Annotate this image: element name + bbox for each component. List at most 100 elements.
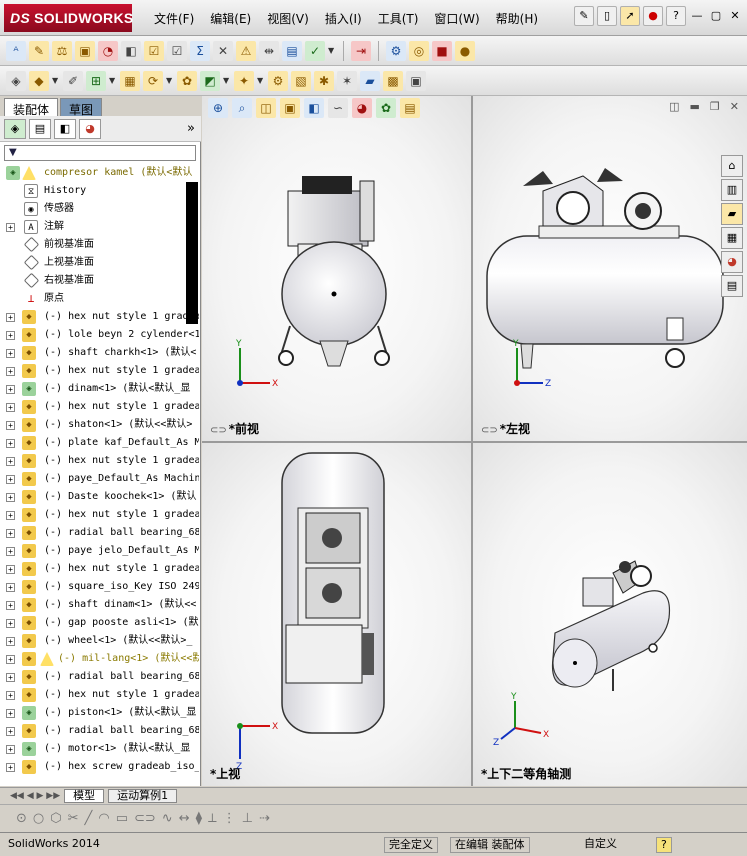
status-units[interactable]: 自定义 xyxy=(580,837,621,853)
tree-item[interactable]: + ◆ (-) hex nut style 1 gradea xyxy=(0,308,199,326)
tree-item[interactable]: + ◆ (-) wheel<1> (默认<<默认>_ xyxy=(0,632,199,650)
tree-item[interactable]: + ◆ (-) lole beyn 2 cylender<1 xyxy=(0,326,199,344)
tree-item[interactable]: + ◆ (-) paye jelo_Default_As M xyxy=(0,542,199,560)
tree-item[interactable]: + ◆ (-) radial ball bearing_68 xyxy=(0,524,199,542)
tree-item[interactable]: ◉ 传感器 xyxy=(0,200,199,218)
chevron-down-icon[interactable]: ▼ xyxy=(223,76,231,85)
tree-item[interactable]: + ◆ (-) hex nut style 1 gradea xyxy=(0,560,199,578)
spline-icon[interactable]: ∿ xyxy=(162,811,173,826)
warning-icon[interactable]: ⚠ xyxy=(236,40,256,61)
tree-item[interactable]: + ◆ (-) hex nut style 1 gradea xyxy=(0,452,199,470)
design-checker-icon[interactable]: ⚙ xyxy=(386,40,406,61)
tab-sketch[interactable]: 草图 xyxy=(60,98,103,117)
slot-icon[interactable]: ⊂⊃ xyxy=(134,811,156,826)
feature-stats-icon[interactable]: ▤ xyxy=(282,40,302,61)
instant3d-icon[interactable]: ▧ xyxy=(291,70,311,91)
tree-item[interactable]: + ◆ (-) radial ball bearing_68 xyxy=(0,668,199,686)
balance-icon[interactable]: ⚖ xyxy=(52,40,72,61)
viewport-front[interactable]: ⊕ ⌕ ◫ ▣ ◧ ∽ ◕ ✿ ▤ Y X ⊂⊃ *前视 xyxy=(202,96,471,441)
traffic-light-icon[interactable]: ● xyxy=(643,6,663,26)
tree-item[interactable]: + ◆ (-) hex nut style 1 gradea xyxy=(0,686,199,704)
polygon-icon[interactable]: ⬡ xyxy=(50,811,61,826)
expand-icon[interactable]: + xyxy=(6,313,15,322)
tab-scroll-icon[interactable]: ◀◀ ◀ ▶ ▶▶ xyxy=(10,791,60,801)
status-help-icon[interactable]: ? xyxy=(656,837,672,853)
expand-icon[interactable]: + xyxy=(6,619,15,628)
pin-icon[interactable]: ✎ xyxy=(574,6,594,26)
relation-icon[interactable]: ⊥ xyxy=(242,811,253,826)
rectangle-icon[interactable]: ▭ xyxy=(116,811,128,826)
close-icon[interactable]: ✕ xyxy=(727,8,743,24)
minimize-icon[interactable]: — xyxy=(689,8,705,24)
feature-tree-icon[interactable]: ◈ xyxy=(4,118,26,139)
new-part-icon[interactable]: ◆ xyxy=(29,70,49,91)
spelling-icon[interactable]: ᴬ xyxy=(6,40,26,61)
interference-icon[interactable]: ✕ xyxy=(213,40,233,61)
circle-icon[interactable]: ○ xyxy=(33,811,44,826)
pattern-icon[interactable]: ▦ xyxy=(120,70,140,91)
edit-component-icon[interactable]: ✎ xyxy=(29,40,49,61)
tree-item[interactable]: + ◆ (-) shaton<1> (默认<<默认> xyxy=(0,416,199,434)
expand-icon[interactable]: + xyxy=(6,493,15,502)
tree-item[interactable]: + ◈ (-) motor<1> (默认<默认_显 xyxy=(0,740,199,758)
expand-icon[interactable]: + xyxy=(6,439,15,448)
expand-icon[interactable]: + xyxy=(6,511,15,520)
pattern-icon[interactable]: ⋮ xyxy=(223,811,236,826)
speed-gauge-icon[interactable]: ◔ xyxy=(98,40,118,61)
tree-item[interactable]: 前视基准面 xyxy=(0,236,199,254)
expand-icon[interactable]: + xyxy=(6,727,15,736)
solidworks-logo[interactable]: DS SOLIDWORKS xyxy=(4,4,133,32)
reference-geometry-icon[interactable]: ✦ xyxy=(234,70,254,91)
mirror-icon[interactable]: ⧫ xyxy=(196,811,202,826)
viewport-isometric[interactable]: Y X Z *上下二等角轴测 xyxy=(473,443,747,786)
offset-icon[interactable]: ⟂ xyxy=(208,811,217,826)
appearance-icon[interactable]: ◕ xyxy=(721,251,743,273)
display-manager-icon[interactable]: ◕ xyxy=(79,118,101,139)
tree-item[interactable]: + ◆ (-) hex nut style 1 gradea xyxy=(0,398,199,416)
viewport-left[interactable]: ◫ ▬ ❐ ✕ Y Z ⊂⊃ *左视 xyxy=(473,96,747,441)
expand-icon[interactable]: + xyxy=(6,763,15,772)
tree-item[interactable]: + ◆ (-) shaft dinam<1> (默认<< xyxy=(0,596,199,614)
tree-item[interactable]: + ◆ (-) plate kaf_Default_As M xyxy=(0,434,199,452)
expand-icon[interactable]: + xyxy=(6,403,15,412)
tree-item[interactable]: + ◆ (-) hex nut style 1 gradea xyxy=(0,506,199,524)
expand-icon[interactable]: + xyxy=(6,421,15,430)
expand-icon[interactable]: + xyxy=(6,349,15,358)
checkbox-icon[interactable]: ☑ xyxy=(144,40,164,61)
tree-item[interactable]: + ◆ (-) shaft charkh<1> (默认< xyxy=(0,344,199,362)
expand-icon[interactable]: + xyxy=(6,691,15,700)
tree-item[interactable]: ◈ compresor kamel (默认<默认 xyxy=(0,164,199,182)
help-icon[interactable]: ? xyxy=(666,6,686,26)
tree-item[interactable]: + ◆ (-) radial ball bearing_68 xyxy=(0,722,199,740)
mate-icon[interactable]: ⊞ xyxy=(86,70,106,91)
tree-item[interactable]: + ◆ (-) paye_Default_As Machin xyxy=(0,470,199,488)
appearance-icon[interactable]: ■ xyxy=(432,40,452,61)
chevron-down-icon[interactable]: ▼ xyxy=(257,76,265,85)
tree-item[interactable]: + ◆ (-) hex screw gradeab_iso_ xyxy=(0,758,199,776)
expand-icon[interactable]: + xyxy=(6,709,15,718)
mate-check-icon[interactable]: ✓ xyxy=(305,40,325,61)
pencil-icon[interactable]: ✐ xyxy=(63,70,83,91)
scene-icon[interactable]: ● xyxy=(455,40,475,61)
lock-icon[interactable]: ◧ xyxy=(121,40,141,61)
gear-icon[interactable]: ⚙ xyxy=(268,70,288,91)
expand-icon[interactable]: + xyxy=(6,745,15,754)
construction-icon[interactable]: ⇢ xyxy=(259,811,270,826)
tree-item[interactable]: 右视基准面 xyxy=(0,272,199,290)
expand-icon[interactable]: + xyxy=(6,385,15,394)
menu-insert[interactable]: 插入(I) xyxy=(317,10,370,27)
tab-model[interactable]: 模型 xyxy=(64,788,105,803)
tree-item[interactable]: ⧖ History xyxy=(0,182,199,200)
chevron-down-icon[interactable]: ▼ xyxy=(328,46,336,55)
dimension-icon[interactable]: ↔ xyxy=(179,811,190,826)
tree-item[interactable]: + ◈ (-) dinam<1> (默认<默认_显 xyxy=(0,380,199,398)
snapshot-icon[interactable]: ▣ xyxy=(406,70,426,91)
expand-icon[interactable]: + xyxy=(6,655,15,664)
open-icon[interactable]: ➚ xyxy=(620,6,640,26)
expand-icon[interactable]: + xyxy=(6,673,15,682)
property-manager-icon[interactable]: ▤ xyxy=(29,118,51,139)
home-icon[interactable]: ⌂ xyxy=(721,155,743,177)
expand-icon[interactable]: + xyxy=(6,565,15,574)
new-document-icon[interactable]: ▯ xyxy=(597,6,617,26)
menu-file[interactable]: 文件(F) xyxy=(146,10,202,27)
